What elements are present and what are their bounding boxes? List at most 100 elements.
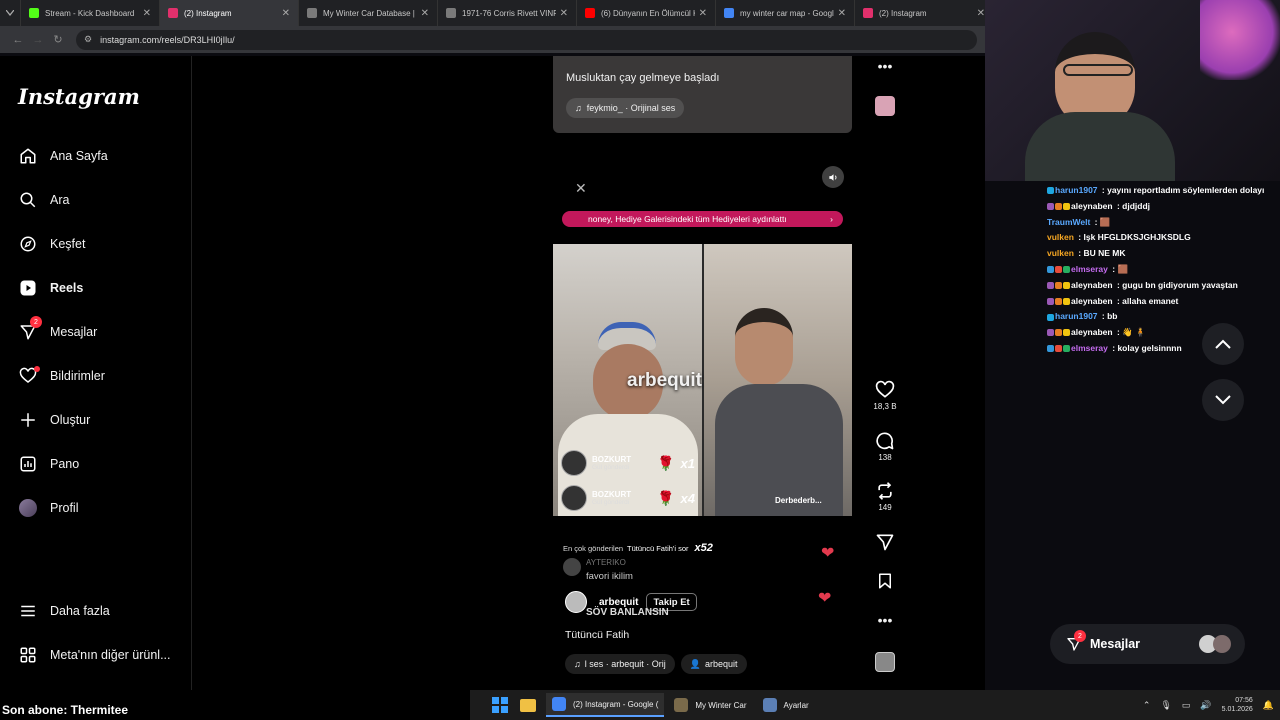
chat-text: kolay gelsinnnn	[1117, 343, 1182, 353]
sidebar-item-home[interactable]: Ana Sayfa	[18, 144, 188, 168]
tab-2[interactable]: (2) Instagram ✕	[160, 0, 299, 26]
scroll-up-button[interactable]	[1202, 323, 1244, 365]
taskbar-app[interactable]: Ayarlar	[757, 693, 815, 717]
close-tab-icon[interactable]: ✕	[560, 8, 568, 19]
tab-4[interactable]: 1971-76 Corris Rivett VINPL ✕	[438, 0, 577, 26]
more-options-icon[interactable]: •••	[872, 612, 898, 628]
audio-thumbnail[interactable]	[872, 652, 898, 674]
latest-subscriber-banner: Son abone: Thermitee	[0, 690, 470, 720]
site-info-icon[interactable]: ⚙	[84, 34, 92, 45]
comment-action[interactable]: 138	[872, 431, 898, 462]
sidebar-item-label: Ana Sayfa	[50, 149, 108, 163]
like-action[interactable]: 18,3 B	[872, 380, 898, 411]
network-icon[interactable]: ▭	[1182, 700, 1191, 711]
sidebar-item-messages[interactable]: 2 Mesajlar	[18, 316, 188, 344]
video-frame[interactable]: arbequit BOZKURT Gül gönderdi 🌹 x1 BOZKU…	[553, 244, 852, 516]
more-options-icon[interactable]: •••	[872, 58, 898, 74]
tab-title: (6) Dünyanın En Ölümcül Ku	[601, 8, 695, 18]
avatar[interactable]	[565, 591, 587, 613]
share-action[interactable]	[872, 532, 898, 554]
gift-count: x4	[680, 490, 696, 506]
mute-button[interactable]	[822, 166, 844, 188]
video-right-panel	[703, 244, 852, 516]
notification-bell-icon[interactable]: 🔔	[1263, 700, 1274, 711]
avatar	[561, 450, 587, 476]
chat-message: TraumWelt : 🟫	[1047, 217, 1110, 228]
top-sender-label: En çok gönderilen	[563, 543, 624, 553]
chat-text: 🟫	[1099, 216, 1111, 227]
sidebar-item-create[interactable]: Oluştur	[18, 408, 188, 432]
sidebar-item-profile[interactable]: Profil	[18, 496, 188, 520]
scroll-down-button[interactable]	[1202, 379, 1244, 421]
sidebar-item-notifications[interactable]: Bildirimler	[18, 364, 188, 388]
author-username[interactable]: arbequit	[599, 597, 638, 608]
close-tab-icon[interactable]: ✕	[143, 8, 151, 19]
tab-3[interactable]: My Winter Car Database | St ✕	[299, 0, 438, 26]
messenger-icon: 2	[1064, 630, 1086, 654]
save-action[interactable]	[872, 572, 898, 592]
clock[interactable]: 07:56 5.01.2026	[1222, 696, 1253, 714]
sidebar-item-more[interactable]: Daha fazla	[18, 599, 188, 623]
reel-audio-chip[interactable]: ♫ l ses · arbequit · Orij	[565, 654, 675, 674]
windows-start-icon[interactable]	[492, 697, 508, 713]
tab-title: 1971-76 Corris Rivett VINPL	[462, 8, 556, 18]
back-icon[interactable]: ←	[8, 34, 28, 46]
home-icon	[18, 146, 38, 166]
chat-badge-icon	[1055, 282, 1062, 290]
compass-icon	[18, 234, 38, 254]
url-field[interactable]: ⚙ instagram.com/reels/DR3LHI0jIlu/	[76, 29, 977, 50]
chevron-up-icon[interactable]: ⌃	[1143, 700, 1151, 711]
tab-list-button[interactable]	[0, 0, 21, 26]
chat-badge-icon	[1047, 282, 1054, 290]
microphone-icon[interactable]: 🎙	[1160, 700, 1171, 711]
reel-card-previous[interactable]: Musluktan çay gelmeye başladı ♫ feykmio_…	[553, 56, 852, 133]
repost-action[interactable]: 149	[872, 481, 898, 512]
tab-1[interactable]: Stream - Kick Dashboard ✕	[21, 0, 160, 26]
chat-message: aleynaben : 👋 🧍	[1047, 327, 1146, 338]
reels-icon	[18, 278, 38, 298]
sidebar-item-dashboard[interactable]: Pano	[18, 452, 188, 476]
tab-5[interactable]: (6) Dünyanın En Ölümcül Ku ✕	[577, 0, 716, 26]
chat-message: elmseray : 🟫	[1047, 264, 1128, 275]
messages-floating-button[interactable]: 2 Mesajlar	[1050, 624, 1245, 664]
chat-badge-icon	[1055, 266, 1062, 274]
avatar	[18, 498, 38, 518]
reel-audio-chip[interactable]: ♫ feykmio_ · Orijinal ses	[566, 98, 685, 118]
reel-caption[interactable]: Tütüncü Fatih	[565, 629, 629, 641]
reload-icon[interactable]: ↻	[48, 33, 68, 46]
close-tab-icon[interactable]: ✕	[282, 8, 290, 19]
close-tab-icon[interactable]: ✕	[699, 8, 707, 19]
forward-icon[interactable]: →	[28, 34, 48, 46]
close-tab-icon[interactable]: ✕	[838, 8, 846, 19]
chat-text: 👋 🧍	[1122, 327, 1146, 338]
gift-user: BOZKURT	[592, 455, 632, 464]
gift-notification: BOZKURT Gül gönderdi 🌹 x1	[561, 450, 695, 476]
gift-user: BOZKURT	[592, 490, 632, 499]
sidebar-item-reels[interactable]: Reels	[18, 276, 188, 300]
chat-badge-icon	[1063, 266, 1070, 274]
chat-username: elmseray	[1071, 343, 1108, 353]
tab-7[interactable]: (2) Instagram ✕	[855, 0, 994, 26]
volume-icon[interactable]: 🔊	[1200, 700, 1211, 711]
chat-badge-icon	[1055, 345, 1062, 353]
messages-label: Mesajlar	[1090, 637, 1141, 651]
instagram-logo[interactable]: Instagram	[18, 84, 140, 109]
sidebar-item-label: Bildirimler	[50, 369, 105, 383]
taskbar-app[interactable]: My Winter Car	[668, 693, 752, 717]
tab-6[interactable]: my winter car map - Google ✕	[716, 0, 855, 26]
audio-thumbnail[interactable]	[872, 96, 898, 118]
chat-username: vulken	[1047, 232, 1074, 243]
chat-badge-icon	[1047, 329, 1054, 337]
tagged-user-chip[interactable]: 👤 arbequit	[680, 654, 747, 674]
sidebar-item-search[interactable]: Ara	[18, 188, 188, 212]
sidebar-item-meta[interactable]: Meta'nın diğer ürünl...	[18, 643, 188, 667]
close-tab-icon[interactable]: ✕	[977, 8, 985, 19]
reel-card-current[interactable]: ✕ noney, Hediye Galerisindeki tüm Hediye…	[553, 158, 852, 690]
streamer-shirt-shape	[1025, 112, 1175, 181]
sidebar-item-explore[interactable]: Keşfet	[18, 232, 188, 256]
file-explorer-icon[interactable]	[520, 698, 536, 712]
close-tab-icon[interactable]: ✕	[421, 8, 429, 19]
avatar	[561, 485, 587, 511]
taskbar-app-label: (2) Instagram - Google (	[573, 699, 659, 709]
taskbar-app[interactable]: (2) Instagram - Google (	[546, 693, 665, 717]
